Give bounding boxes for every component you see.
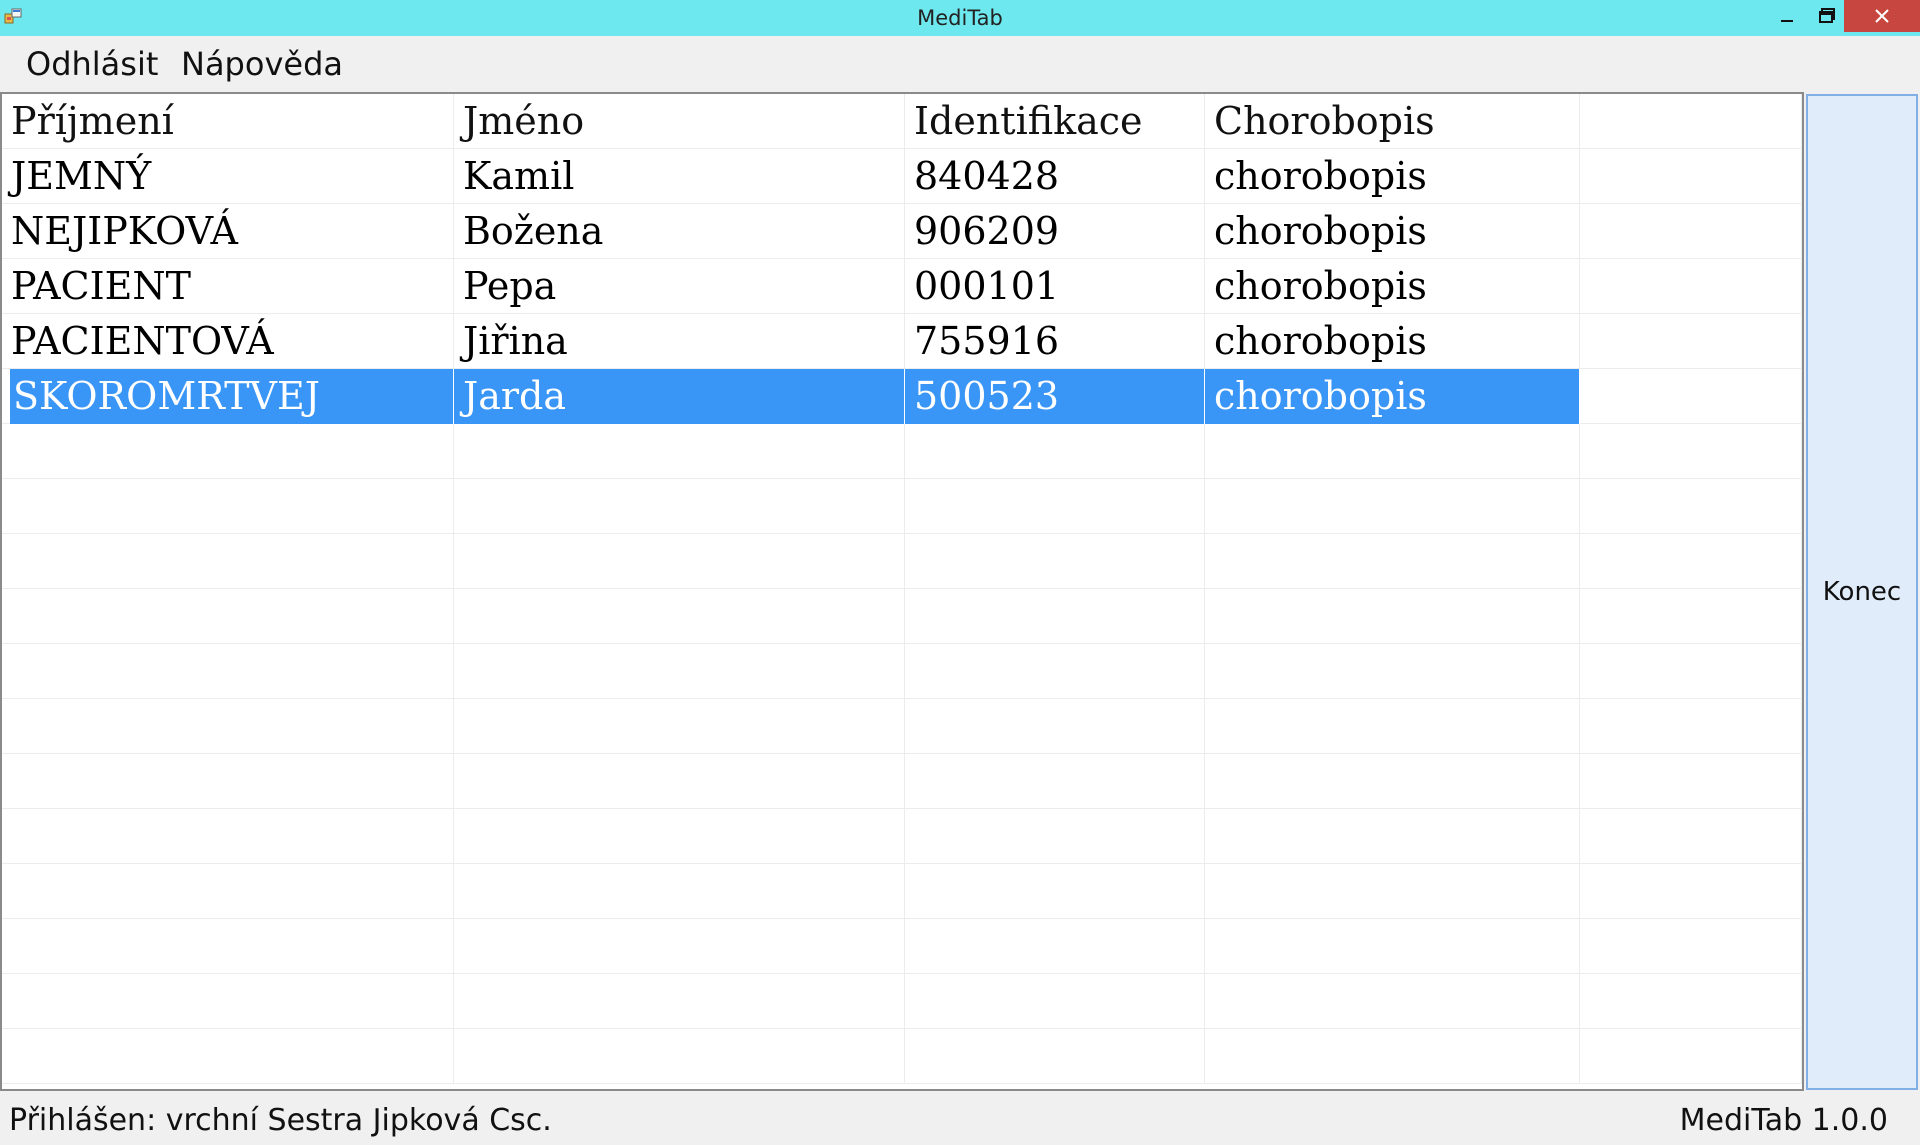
empty-row bbox=[2, 699, 1802, 754]
cell-chart[interactable]: chorobopis bbox=[1205, 314, 1580, 369]
empty-row bbox=[2, 424, 1802, 479]
empty-row bbox=[2, 754, 1802, 809]
close-icon[interactable] bbox=[1844, 0, 1920, 32]
cell-empty bbox=[1580, 259, 1802, 314]
column-header-surname[interactable]: Příjmení bbox=[2, 94, 454, 149]
app-window: MediTab Odhlásit Nápověda Příjmení Jméno… bbox=[0, 0, 1920, 1145]
cell-surname[interactable]: PACIENT bbox=[2, 259, 454, 314]
table-row[interactable]: JEMNÝ Kamil 840428 chorobopis bbox=[2, 149, 1802, 204]
cell-chart[interactable]: chorobopis bbox=[1205, 149, 1580, 204]
minimize-icon[interactable] bbox=[1770, 0, 1804, 32]
cell-name[interactable]: Kamil bbox=[454, 149, 905, 204]
table-row-selected[interactable]: SKOROMRTVEJ Jarda 500523 chorobopis bbox=[2, 369, 1802, 424]
column-header-identification[interactable]: Identifikace bbox=[905, 94, 1205, 149]
empty-row bbox=[2, 809, 1802, 864]
column-header-empty bbox=[1580, 94, 1802, 149]
cell-identification[interactable]: 500523 bbox=[905, 369, 1205, 424]
cell-identification[interactable]: 840428 bbox=[905, 149, 1205, 204]
empty-row bbox=[2, 919, 1802, 974]
table-row[interactable]: NEJIPKOVÁ Božena 906209 chorobopis bbox=[2, 204, 1802, 259]
cell-chart[interactable]: chorobopis bbox=[1205, 259, 1580, 314]
cell-identification[interactable]: 906209 bbox=[905, 204, 1205, 259]
cell-surname[interactable]: NEJIPKOVÁ bbox=[2, 204, 454, 259]
title-bar[interactable]: MediTab bbox=[0, 0, 1920, 36]
cell-chart[interactable]: chorobopis bbox=[1205, 369, 1580, 424]
column-header-name[interactable]: Jméno bbox=[454, 94, 905, 149]
empty-row bbox=[2, 644, 1802, 699]
cell-empty bbox=[1580, 204, 1802, 259]
cell-identification[interactable]: 000101 bbox=[905, 259, 1205, 314]
logged-in-user-status: Přihlášen: vrchní Sestra Jipková Csc. bbox=[9, 1103, 552, 1138]
cell-empty bbox=[1580, 369, 1802, 424]
cell-surname[interactable]: PACIENTOVÁ bbox=[2, 314, 454, 369]
menu-help[interactable]: Nápověda bbox=[167, 36, 357, 92]
cell-name[interactable]: Jiřina bbox=[454, 314, 905, 369]
patients-grid[interactable]: Příjmení Jméno Identifikace Chorobopis J… bbox=[0, 92, 1804, 1091]
konec-button[interactable]: Konec bbox=[1806, 94, 1918, 1090]
cell-chart[interactable]: chorobopis bbox=[1205, 204, 1580, 259]
empty-row bbox=[2, 864, 1802, 919]
cell-empty bbox=[1580, 149, 1802, 204]
cell-surname[interactable]: SKOROMRTVEJ bbox=[10, 369, 454, 424]
menu-bar: Odhlásit Nápověda bbox=[0, 36, 1920, 92]
cell-name[interactable]: Božena bbox=[454, 204, 905, 259]
restore-icon[interactable] bbox=[1810, 0, 1844, 32]
empty-row bbox=[2, 479, 1802, 534]
empty-row bbox=[2, 974, 1802, 1029]
cell-identification[interactable]: 755916 bbox=[905, 314, 1205, 369]
empty-row bbox=[2, 534, 1802, 589]
app-version-status: MediTab 1.0.0 bbox=[1679, 1103, 1888, 1138]
window-title: MediTab bbox=[917, 6, 1003, 30]
cell-surname[interactable]: JEMNÝ bbox=[2, 149, 454, 204]
cell-name[interactable]: Jarda bbox=[454, 369, 905, 424]
empty-row bbox=[2, 1029, 1802, 1084]
empty-row bbox=[2, 589, 1802, 644]
table-row[interactable]: PACIENTOVÁ Jiřina 755916 chorobopis bbox=[2, 314, 1802, 369]
status-bar: Přihlášen: vrchní Sestra Jipková Csc. Me… bbox=[0, 1091, 1920, 1145]
column-header-chart[interactable]: Chorobopis bbox=[1205, 94, 1580, 149]
cell-empty bbox=[1580, 314, 1802, 369]
grid-header-row: Příjmení Jméno Identifikace Chorobopis bbox=[2, 94, 1802, 149]
menu-logout[interactable]: Odhlásit bbox=[12, 36, 172, 92]
table-row[interactable]: PACIENT Pepa 000101 chorobopis bbox=[2, 259, 1802, 314]
cell-name[interactable]: Pepa bbox=[454, 259, 905, 314]
